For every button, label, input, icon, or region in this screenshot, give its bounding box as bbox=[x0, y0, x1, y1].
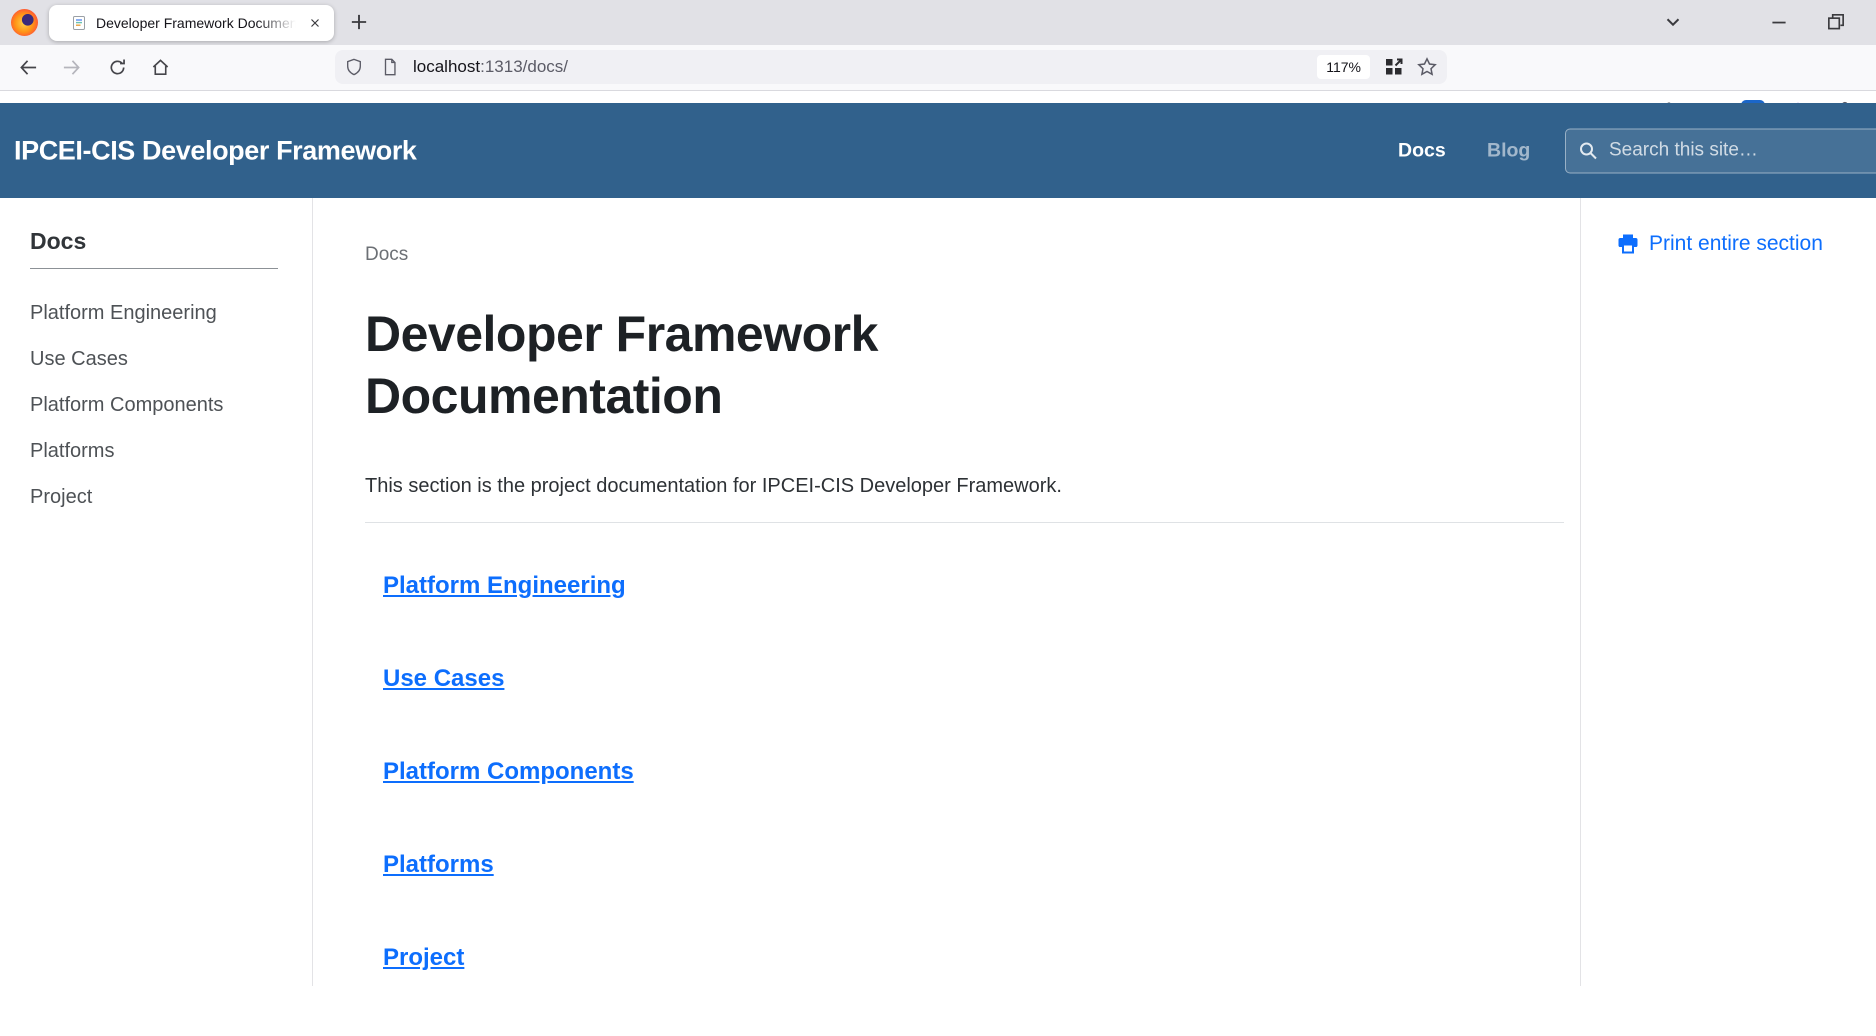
list-item: Use Cases bbox=[30, 347, 312, 373]
tab-title: Developer Framework Documentation bbox=[96, 15, 302, 31]
page-action-squares-arrow-icon[interactable] bbox=[1384, 57, 1404, 77]
sidebar-item-use-cases[interactable]: Use Cases bbox=[30, 348, 128, 370]
content-divider bbox=[365, 522, 1564, 523]
entry-link-use-cases[interactable]: Use Cases bbox=[383, 665, 504, 692]
back-button[interactable] bbox=[19, 58, 38, 77]
new-tab-button[interactable] bbox=[348, 11, 370, 33]
tracking-protection-shield-icon[interactable] bbox=[345, 58, 363, 76]
browser-tab[interactable]: Developer Framework Documentation bbox=[49, 5, 334, 41]
navigation-toolbar: localhost:1313/docs/ 117% Z bbox=[0, 45, 1876, 91]
list-item: Project bbox=[383, 943, 1564, 976]
sidebar-heading-docs[interactable]: Docs bbox=[30, 228, 312, 255]
sidebar-nav-list: Platform Engineering Use Cases Platform … bbox=[30, 301, 312, 511]
sidebar-item-platforms[interactable]: Platforms bbox=[30, 440, 114, 462]
sidebar-item-platform-components[interactable]: Platform Components bbox=[30, 394, 223, 416]
url-host: localhost bbox=[413, 57, 480, 76]
page-title: Developer Framework Documentation bbox=[365, 303, 1145, 427]
tab-favicon-document-icon bbox=[71, 15, 87, 31]
entry-link-platform-engineering[interactable]: Platform Engineering bbox=[383, 572, 626, 599]
window-minimize-button[interactable] bbox=[1768, 11, 1790, 33]
sidebar-divider bbox=[30, 268, 278, 269]
list-item: Platforms bbox=[383, 850, 1564, 883]
list-item: Platform Engineering bbox=[30, 301, 312, 327]
url-path: :1313/docs/ bbox=[480, 57, 568, 76]
page-info-icon[interactable] bbox=[381, 58, 399, 76]
breadcrumb: Docs bbox=[365, 198, 1564, 267]
address-bar[interactable]: localhost:1313/docs/ 117% bbox=[335, 50, 1447, 84]
list-item: Platform Components bbox=[383, 757, 1564, 790]
print-section-button[interactable]: Print entire section bbox=[1617, 232, 1823, 256]
right-column-divider bbox=[1580, 198, 1581, 986]
bookmark-star-icon[interactable] bbox=[1417, 57, 1437, 77]
nav-item-docs[interactable]: Docs bbox=[1398, 139, 1446, 162]
entry-link-platform-components[interactable]: Platform Components bbox=[383, 758, 634, 785]
zoom-level-button[interactable]: 117% bbox=[1317, 55, 1370, 79]
screen: { "browser": { "tab_title": "Developer F… bbox=[0, 0, 1876, 986]
entry-link-platforms[interactable]: Platforms bbox=[383, 851, 494, 878]
site-brand[interactable]: IPCEI-CIS Developer Framework bbox=[14, 135, 417, 166]
site-header: IPCEI-CIS Developer Framework Docs Blog bbox=[0, 103, 1876, 198]
search-icon bbox=[1578, 141, 1598, 161]
list-item: Project bbox=[30, 485, 312, 511]
main-content: Docs Developer Framework Documentation T… bbox=[365, 198, 1564, 1036]
home-button[interactable] bbox=[151, 58, 170, 77]
list-item: Use Cases bbox=[383, 664, 1564, 697]
list-item: Platforms bbox=[30, 439, 312, 465]
section-entries-list: Platform Engineering Use Cases Platform … bbox=[365, 571, 1564, 976]
list-item: Platform Components bbox=[30, 393, 312, 419]
search-input[interactable] bbox=[1607, 139, 1876, 163]
intro-text: This section is the project documentatio… bbox=[365, 473, 1564, 500]
list-all-tabs-chevron-icon[interactable] bbox=[1662, 11, 1684, 33]
tab-close-icon[interactable] bbox=[308, 16, 322, 30]
docs-sidebar: Docs Platform Engineering Use Cases Plat… bbox=[0, 198, 313, 986]
sidebar-item-platform-engineering[interactable]: Platform Engineering bbox=[30, 302, 217, 324]
site-search[interactable] bbox=[1565, 128, 1876, 173]
firefox-logo-icon bbox=[11, 9, 38, 36]
nav-item-blog[interactable]: Blog bbox=[1487, 139, 1530, 162]
sidebar-item-project[interactable]: Project bbox=[30, 486, 92, 508]
print-section-label: Print entire section bbox=[1649, 232, 1823, 256]
tab-bar: Developer Framework Documentation bbox=[0, 0, 1876, 45]
entry-link-project[interactable]: Project bbox=[383, 944, 464, 971]
window-restore-button[interactable] bbox=[1825, 11, 1847, 33]
printer-icon bbox=[1617, 233, 1639, 255]
list-item: Platform Engineering bbox=[383, 571, 1564, 604]
forward-button[interactable] bbox=[62, 58, 81, 77]
url-text: localhost:1313/docs/ bbox=[413, 57, 568, 77]
reload-button[interactable] bbox=[108, 58, 127, 77]
